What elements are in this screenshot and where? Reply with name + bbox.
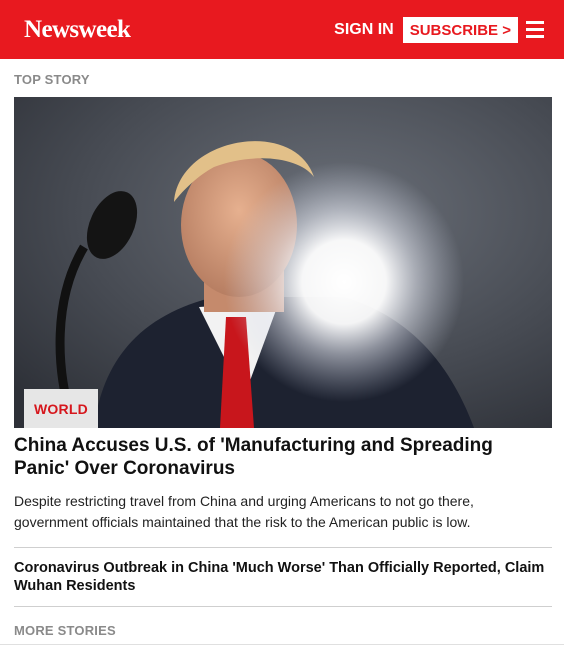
hero-photo — [14, 97, 552, 428]
top-story-label: TOP STORY — [14, 72, 90, 87]
site-header: Newsweek SIGN IN SUBSCRIBE > — [0, 0, 564, 59]
newsweek-logo[interactable]: Newsweek — [24, 16, 131, 44]
related-story-headline[interactable]: Coronavirus Outbreak in China 'Much Wors… — [14, 559, 550, 595]
divider — [14, 547, 552, 548]
divider — [14, 606, 552, 607]
top-story-headline[interactable]: China Accuses U.S. of 'Manufacturing and… — [14, 434, 550, 480]
top-story-summary: Despite restricting travel from China an… — [14, 493, 474, 530]
category-tag[interactable]: WORLD — [24, 389, 98, 428]
more-stories-label: MORE STORIES — [14, 623, 116, 638]
hamburger-menu-icon[interactable] — [526, 19, 544, 40]
sign-in-link[interactable]: SIGN IN — [334, 21, 394, 39]
top-story-image[interactable]: WORLD — [14, 97, 552, 428]
subscribe-button[interactable]: SUBSCRIBE > — [402, 16, 518, 43]
header-actions: SIGN IN SUBSCRIBE > — [334, 16, 544, 43]
